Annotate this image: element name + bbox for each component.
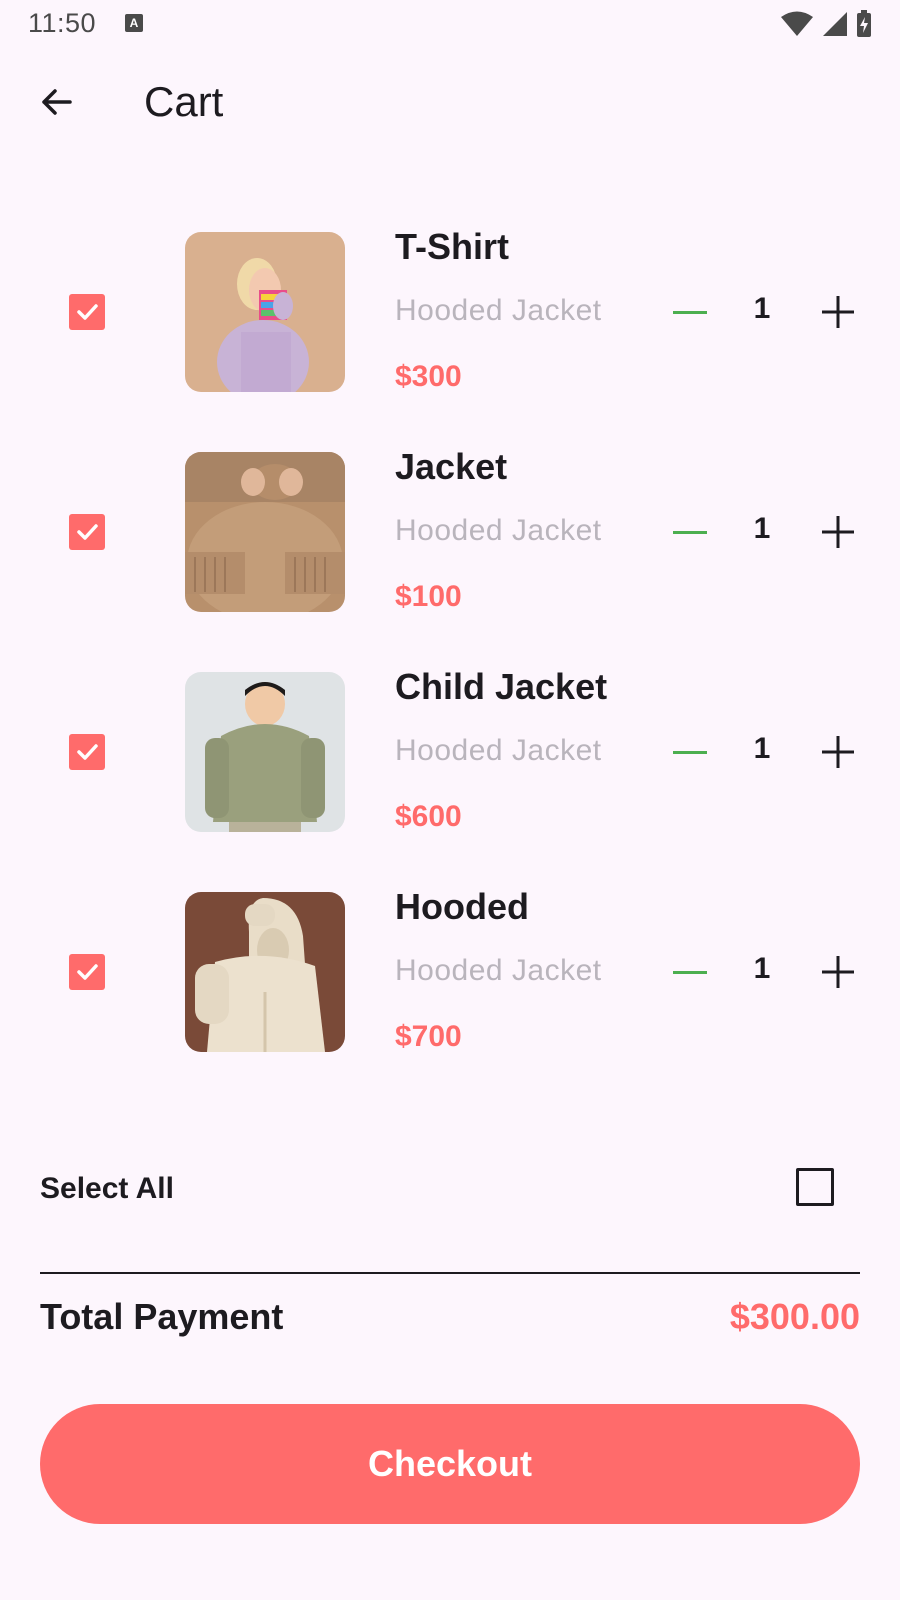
item-quantity: 1	[753, 952, 771, 985]
cart-item: Hooded Hooded Jacket $700 1	[0, 878, 900, 1058]
item-subtitle: Hooded Jacket	[395, 514, 602, 547]
wifi-icon	[780, 11, 814, 42]
select-all-checkbox[interactable]	[796, 1168, 834, 1206]
plus-icon	[822, 516, 854, 548]
product-image	[185, 232, 345, 392]
check-icon	[77, 304, 98, 320]
item-checkbox[interactable]	[69, 734, 105, 770]
item-checkbox[interactable]	[69, 294, 105, 330]
increase-quantity-button[interactable]	[816, 290, 860, 334]
item-subtitle: Hooded Jacket	[395, 294, 602, 327]
app-bar: Cart	[0, 62, 900, 146]
cart-item: Child Jacket Hooded Jacket $600 1	[0, 658, 900, 838]
plus-icon	[822, 956, 854, 988]
item-price: $100	[395, 580, 462, 613]
product-image	[185, 672, 345, 832]
cart-item: T-Shirt Hooded Jacket $300 1	[0, 218, 900, 398]
item-name: Child Jacket	[395, 666, 608, 707]
total-value: $300.00	[729, 1296, 860, 1337]
item-subtitle: Hooded Jacket	[395, 954, 602, 987]
plus-icon	[822, 296, 854, 328]
item-price: $300	[395, 360, 462, 393]
item-quantity: 1	[753, 732, 771, 765]
item-name: T-Shirt	[395, 226, 509, 267]
total-label: Total Payment	[40, 1296, 284, 1337]
item-quantity: 1	[753, 292, 771, 325]
increase-quantity-button[interactable]	[816, 730, 860, 774]
product-image	[185, 892, 345, 1052]
cart-item: Jacket Hooded Jacket $100 1	[0, 438, 900, 618]
divider	[40, 1272, 860, 1274]
signal-icon	[822, 11, 848, 42]
check-icon	[77, 964, 98, 980]
svg-text:A: A	[130, 16, 139, 30]
arrow-left-icon	[38, 84, 74, 125]
minus-icon	[673, 750, 707, 754]
item-checkbox[interactable]	[69, 514, 105, 550]
status-time: 11:50	[28, 8, 97, 38]
checkout-button-label: Checkout	[367, 1443, 533, 1484]
page-title: Cart	[144, 78, 224, 125]
status-bar: 11:50 A	[0, 0, 900, 48]
battery-charging-icon	[856, 10, 872, 43]
select-all-label: Select All	[40, 1172, 174, 1205]
select-all-row: Select All	[0, 1160, 900, 1220]
item-price: $600	[395, 800, 462, 833]
item-price: $700	[395, 1020, 462, 1053]
product-image	[185, 452, 345, 612]
increase-quantity-button[interactable]	[816, 510, 860, 554]
item-quantity: 1	[753, 512, 771, 545]
item-checkbox[interactable]	[69, 954, 105, 990]
check-icon	[77, 524, 98, 540]
minus-icon	[673, 530, 707, 534]
decrease-quantity-button[interactable]	[668, 512, 712, 552]
increase-quantity-button[interactable]	[816, 950, 860, 994]
accessibility-a-icon: A	[124, 13, 144, 33]
item-name: Hooded	[395, 886, 529, 927]
checkout-button[interactable]: Checkout	[40, 1404, 860, 1524]
decrease-quantity-button[interactable]	[668, 292, 712, 332]
decrease-quantity-button[interactable]	[668, 732, 712, 772]
status-icons	[780, 10, 872, 43]
total-row: Total Payment $300.00	[0, 1296, 900, 1346]
back-button[interactable]	[30, 78, 82, 130]
plus-icon	[822, 736, 854, 768]
decrease-quantity-button[interactable]	[668, 952, 712, 992]
item-subtitle: Hooded Jacket	[395, 734, 602, 767]
item-name: Jacket	[395, 446, 508, 487]
minus-icon	[673, 970, 707, 974]
cart-screen: 11:50 A Cart T-Shirt Hooded Jacket $300 …	[0, 0, 900, 1600]
check-icon	[77, 744, 98, 760]
minus-icon	[673, 310, 707, 314]
